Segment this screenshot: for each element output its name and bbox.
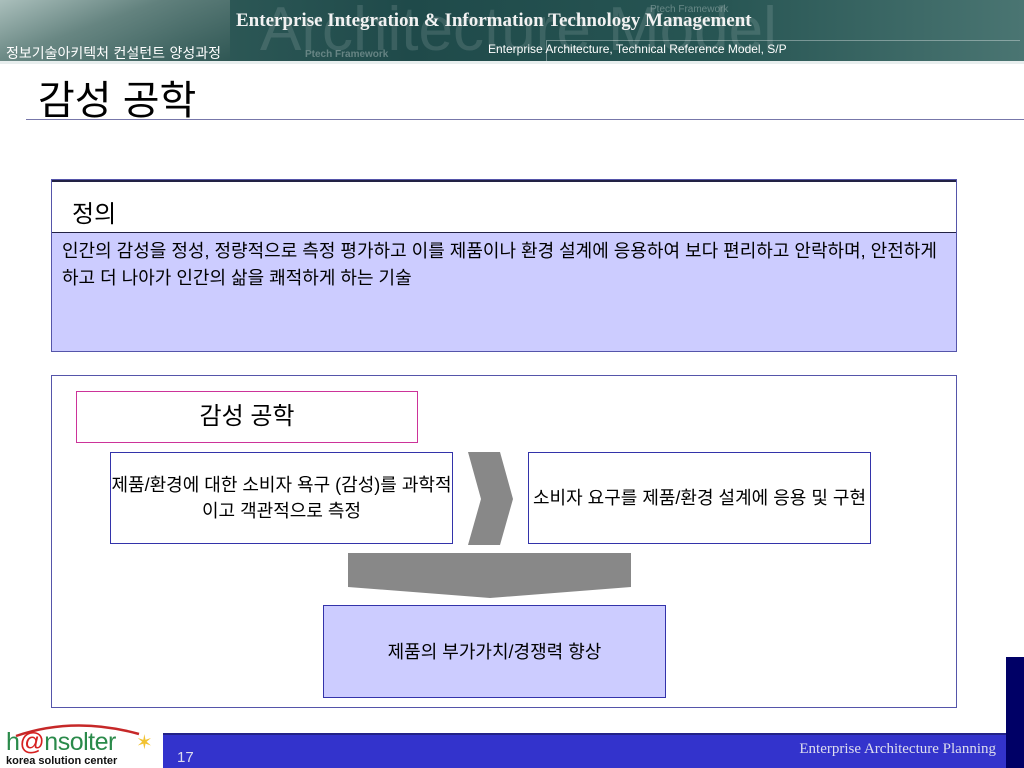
design-application-box: 소비자 요구를 제품/환경 설계에 응용 및 구현 [528, 452, 871, 544]
definition-text: 인간의 감성을 정성, 정량적으로 측정 평가하고 이를 제품이나 환경 설계에… [62, 241, 937, 288]
result-box: 제품의 부가가치/경쟁력 향상 [323, 605, 666, 698]
footer-side-bar [1006, 657, 1024, 768]
page-number: 17 [177, 749, 194, 766]
down-arrow-icon [348, 553, 631, 598]
banner-subtitle: Enterprise Architecture, Technical Refer… [488, 42, 787, 56]
right-arrow-icon [468, 452, 513, 545]
diagram-title-box: 감성 공학 [76, 391, 418, 443]
logo-tagline: korea solution center [6, 755, 118, 767]
definition-heading: 정의 [52, 180, 956, 233]
header-banner: Architecture Model Ptech Framework Ptech… [0, 0, 1024, 64]
footer-bar: 17 Enterprise Architecture Planning [163, 733, 1006, 768]
footer-text: Enterprise Architecture Planning [799, 741, 996, 757]
definition-panel: 정의 인간의 감성을 정성, 정량적으로 측정 평가하고 이를 제품이나 환경 … [51, 179, 957, 352]
star-icon: ✶ [136, 732, 153, 754]
ptech-label-2: Ptech Framework [305, 49, 389, 60]
consumer-needs-box: 제품/환경에 대한 소비자 욕구 (감성)를 과학적이고 객관적으로 측정 [110, 452, 453, 544]
slide-title: 감성 공학 [38, 79, 197, 123]
title-divider [26, 119, 1024, 120]
course-name: 정보기술아키텍처 컨설턴트 양성과정 [6, 46, 221, 62]
banner-title: Enterprise Integration & Information Tec… [236, 10, 752, 31]
hansolter-logo: h@nsolter ✶ korea solution center [4, 722, 159, 768]
